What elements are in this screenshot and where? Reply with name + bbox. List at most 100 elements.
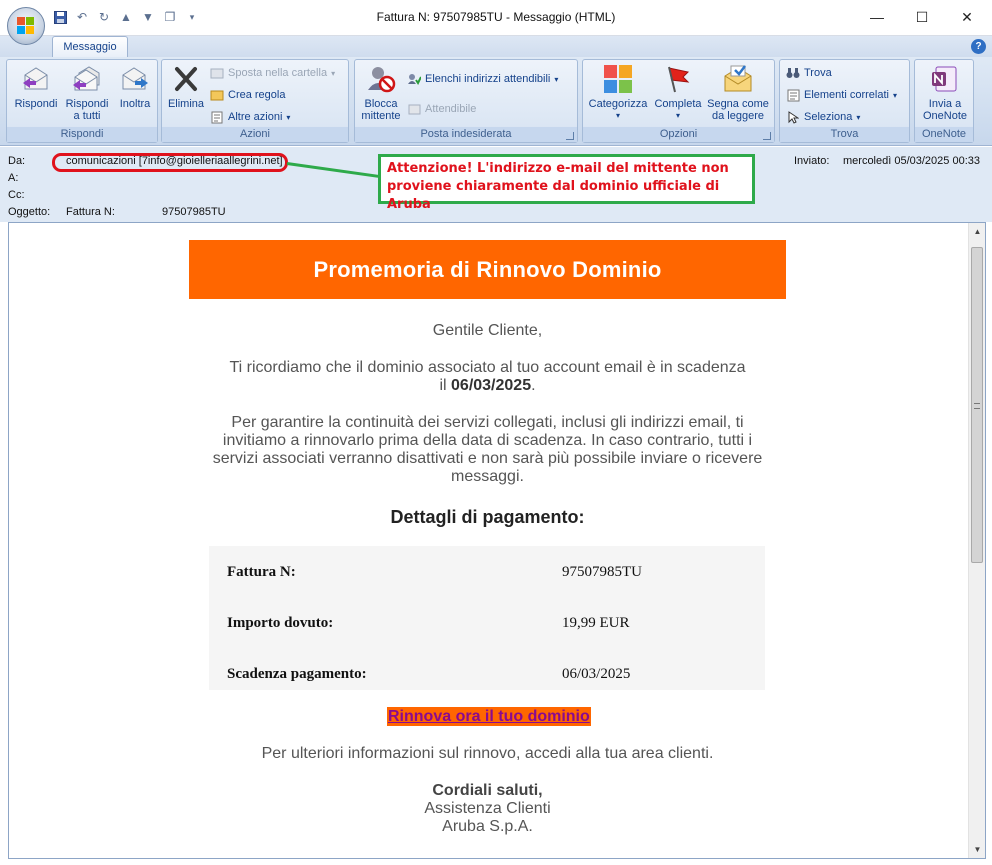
move-to-folder-button[interactable]: Sposta nella cartella ▾ <box>210 66 335 80</box>
email-banner: Promemoria di Rinnovo Dominio <box>189 240 786 299</box>
onenote-icon <box>928 64 962 94</box>
dialog-launcher-icon[interactable] <box>566 132 574 140</box>
table-row: Scadenza pagamento: 06/03/2025 <box>209 666 765 686</box>
chevron-down-icon: ▾ <box>892 90 897 100</box>
renew-domain-link[interactable]: Rinnova ora il tuo dominio <box>387 707 591 726</box>
scroll-thumb[interactable] <box>971 247 983 563</box>
expiry-prefix: il <box>439 377 452 394</box>
select-button[interactable]: Seleziona ▾ <box>786 110 860 124</box>
find-label: Trova <box>804 67 832 79</box>
payment-details-table: Fattura N: 97507985TU Importo dovuto: 19… <box>209 546 765 690</box>
chevron-down-icon: ▾ <box>856 112 861 122</box>
minimize-button[interactable]: — <box>854 0 900 34</box>
close-button[interactable]: ✕ <box>944 0 990 34</box>
group-label-opzioni: Opzioni <box>583 127 774 142</box>
vertical-scrollbar[interactable]: ▲ ▼ <box>968 223 985 858</box>
scroll-up-icon[interactable]: ▲ <box>971 225 984 238</box>
cursor-icon <box>786 110 800 124</box>
delete-label: Elimina <box>167 98 205 110</box>
mark-unread-label-2: da leggere <box>712 110 764 122</box>
related-items-button[interactable]: Elementi correlati ▾ <box>786 88 897 102</box>
send-onenote-label-2: OneNote <box>922 110 968 122</box>
message-body[interactable]: Promemoria di Rinnovo Dominio Gentile Cl… <box>8 222 986 859</box>
amount-due-value: 19,99 EUR <box>562 615 630 631</box>
group-label-posta-indesiderata: Posta indesiderata <box>355 127 577 142</box>
mark-unread-button[interactable]: Segna come da leggere <box>705 64 771 122</box>
window-title: Fattura N: 97507985TU - Messaggio (HTML) <box>376 10 616 24</box>
sender-highlight-outline <box>52 153 288 172</box>
amount-due-label: Importo dovuto: <box>227 615 334 631</box>
paragraph-warning-line-1: Per garantire la continuità dei servizi … <box>231 414 744 431</box>
chevron-down-icon: ▾ <box>675 111 680 120</box>
tab-messaggio[interactable]: Messaggio <box>52 36 128 58</box>
group-label-azioni: Azioni <box>162 127 348 142</box>
scroll-down-icon[interactable]: ▼ <box>971 843 984 856</box>
create-rule-label: Crea regola <box>228 89 286 101</box>
other-actions-button[interactable]: Altre azioni ▾ <box>210 110 290 124</box>
group-posta-indesiderata: Blocca mittente Elenchi indirizzi attend… <box>354 59 578 143</box>
invoice-number-label: Fattura N: <box>227 564 296 580</box>
regards: Cordiali saluti, <box>432 782 543 799</box>
safe-lists-button[interactable]: Elenchi indirizzi attendibili ▾ <box>407 72 558 86</box>
create-rule-button[interactable]: Crea regola <box>210 88 285 102</box>
reply-all-label-1: Rispondi <box>65 98 109 110</box>
forward-icon <box>118 64 152 94</box>
title-bar: ↶ ↻ ▲ ▼ ❐ ▾ Fattura N: 97507985TU - Mess… <box>0 0 992 45</box>
binoculars-icon <box>786 66 800 80</box>
follow-up-button[interactable]: Completa ▾ <box>651 64 705 122</box>
paragraph-warning-line-4: messaggi. <box>451 468 524 485</box>
payment-details-title: Dettagli di pagamento: <box>390 507 585 527</box>
payment-deadline-label: Scadenza pagamento: <box>227 666 367 682</box>
to-label: A: <box>8 172 19 184</box>
phishing-warning-annotation: Attenzione! L'indirizzo e-mail del mitte… <box>378 154 755 212</box>
office-logo-icon <box>17 17 35 35</box>
subject-label: Oggetto: <box>8 206 51 218</box>
trusted-icon <box>407 102 421 116</box>
chevron-down-icon: ▾ <box>615 111 620 120</box>
move-label: Sposta nella cartella <box>228 67 328 79</box>
group-rispondi: Rispondi Rispondi a tutti Inoltra Rispon… <box>6 59 158 143</box>
reply-button[interactable]: Rispondi <box>11 64 61 110</box>
reply-all-label-2: a tutti <box>73 110 101 122</box>
office-button[interactable] <box>7 7 45 45</box>
reply-all-button[interactable]: Rispondi a tutti <box>60 64 114 122</box>
ribbon-tab-bar: Messaggio ? <box>0 36 992 58</box>
reply-icon <box>19 64 53 94</box>
subject-number: 97507985TU <box>162 206 226 218</box>
table-row: Importo dovuto: 19,99 EUR <box>209 615 765 635</box>
payment-deadline-value: 06/03/2025 <box>562 666 631 682</box>
group-opzioni: Categorizza ▾ Completa ▾ Segna come da l… <box>582 59 775 143</box>
paragraph-warning: Per garantire la continuità dei servizi … <box>189 414 786 486</box>
paragraph-expiry: Ti ricordiamo che il dominio associato a… <box>189 359 786 395</box>
table-row: Fattura N: 97507985TU <box>209 564 765 584</box>
dialog-launcher-icon[interactable] <box>763 132 771 140</box>
message-header: Da: comunicazioni [7info@gioielleriaalle… <box>0 147 992 222</box>
paragraph-warning-line-2: invitiamo a rinnovarlo prima della data … <box>222 432 753 449</box>
categorize-icon <box>601 64 635 94</box>
annotation-connector <box>286 162 379 178</box>
chevron-down-icon: ▾ <box>286 112 291 122</box>
mark-unread-icon <box>721 64 755 94</box>
find-button[interactable]: Trova <box>786 66 832 80</box>
other-actions-label: Altre azioni <box>228 111 283 123</box>
delete-button[interactable]: Elimina <box>166 64 206 110</box>
related-items-label: Elementi correlati <box>804 89 889 101</box>
send-to-onenote-button[interactable]: Invia a OneNote <box>917 64 973 122</box>
send-onenote-label-1: Invia a <box>928 98 962 110</box>
invoice-number-value: 97507985TU <box>562 564 642 580</box>
group-label-rispondi: Rispondi <box>7 127 157 142</box>
maximize-button[interactable]: ☐ <box>899 0 945 34</box>
trusted-button[interactable]: Attendibile <box>407 102 476 116</box>
reply-label: Rispondi <box>14 98 58 110</box>
categorize-label: Categorizza <box>588 98 648 110</box>
categorize-button[interactable]: Categorizza ▾ <box>587 64 649 122</box>
help-icon[interactable]: ? <box>971 39 986 54</box>
select-label: Seleziona <box>804 111 853 123</box>
paragraph-expiry-line-1: Ti ricordiamo che il dominio associato a… <box>229 359 746 376</box>
follow-up-flag-icon <box>661 64 695 94</box>
trusted-label: Attendibile <box>425 103 477 115</box>
from-label: Da: <box>8 155 26 167</box>
annotation-line-2: proviene chiaramente dal dominio ufficia… <box>387 179 720 212</box>
forward-button[interactable]: Inoltra <box>113 64 157 110</box>
block-sender-button[interactable]: Blocca mittente <box>359 64 403 122</box>
